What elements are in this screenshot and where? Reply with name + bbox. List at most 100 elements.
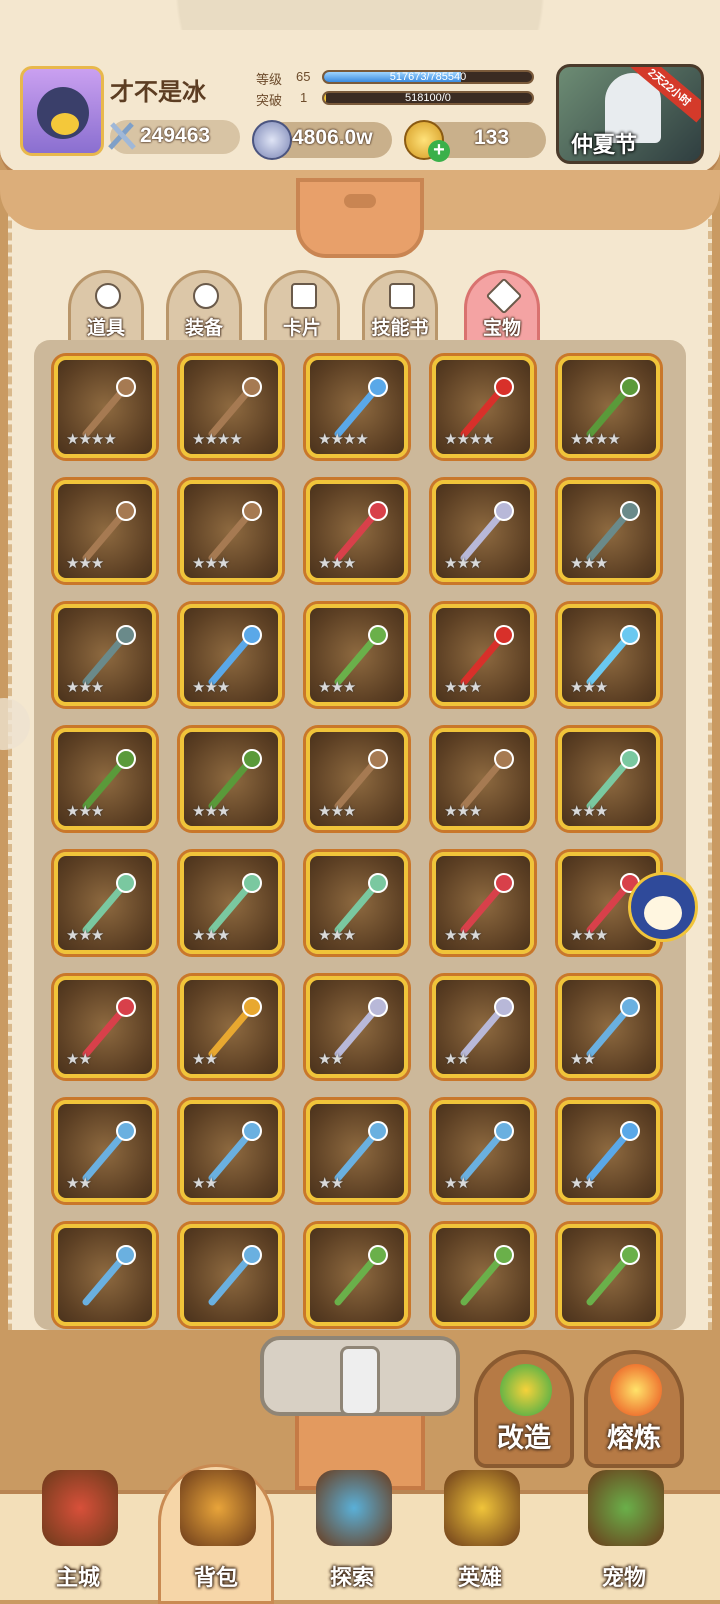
treasure-slot[interactable] (306, 1224, 408, 1326)
pet-icon (588, 1470, 664, 1546)
player-avatar[interactable]: 65 (20, 66, 104, 156)
treasure-slot[interactable]: ★★★★ (558, 356, 660, 458)
nav-main-city[interactable]: 主城 (16, 1456, 140, 1600)
crossed-swords-icon (108, 122, 136, 150)
smelt-button[interactable]: 熔炼 (584, 1350, 684, 1468)
treasure-slot[interactable]: ★★★ (306, 604, 408, 706)
nav-label: 宠物 (601, 1565, 646, 1590)
treasure-slot[interactable]: ★★ (180, 1100, 282, 1202)
treasure-slot[interactable] (432, 1224, 534, 1326)
star-rating: ★★★ (570, 803, 608, 820)
clover-icon (95, 283, 121, 309)
nav-pets[interactable]: 宠物 (562, 1456, 686, 1600)
star-rating: ★★★ (444, 555, 482, 572)
tab-cards[interactable]: 卡片 (264, 270, 340, 340)
star-rating: ★★★★ (318, 431, 369, 448)
treasure-slot[interactable]: ★★ (558, 1100, 660, 1202)
star-rating: ★★★ (66, 803, 104, 820)
gold-amount: 133 (474, 126, 510, 149)
reforge-button[interactable]: 改造 (474, 1350, 574, 1468)
reforge-label: 改造 (497, 1423, 551, 1453)
treasure-slot[interactable]: ★★★ (558, 604, 660, 706)
treasure-slot[interactable]: ★★ (558, 976, 660, 1078)
star-rating: ★★★ (192, 679, 230, 696)
flame-icon (610, 1364, 662, 1416)
treasure-slot[interactable]: ★★ (306, 976, 408, 1078)
tab-equipment[interactable]: 装备 (166, 270, 242, 340)
star-rating: ★★★ (318, 679, 356, 696)
map-icon (316, 1470, 392, 1546)
treasure-slot[interactable]: ★★★★ (180, 356, 282, 458)
event-name: 仲夏节 (571, 132, 638, 157)
book-icon (389, 283, 415, 309)
nav-heroes[interactable]: 英雄 (418, 1456, 542, 1600)
treasure-slot[interactable]: ★★★ (54, 604, 156, 706)
smelt-label: 熔炼 (607, 1423, 661, 1453)
treasure-slot[interactable] (54, 1224, 156, 1326)
trident-icon (208, 1245, 262, 1306)
silver-coin-icon (252, 120, 292, 160)
clasp-hole (344, 194, 376, 208)
leaf-staff-icon (460, 1245, 514, 1306)
break-exp-text: 518100/0 (405, 92, 451, 104)
star-rating: ★★ (192, 1175, 218, 1192)
star-rating: ★★★ (570, 555, 608, 572)
treasure-slot[interactable]: ★★★ (180, 604, 282, 706)
treasure-slot[interactable]: ★★★ (306, 480, 408, 582)
add-gold-button[interactable]: + (428, 140, 450, 162)
card-icon (291, 283, 317, 309)
treasure-slot[interactable]: ★★★ (432, 852, 534, 954)
star-rating: ★★ (444, 1051, 470, 1068)
treasure-slot[interactable]: ★★★★ (432, 356, 534, 458)
header-decoration (60, 0, 660, 30)
nav-backpack[interactable]: 背包 (154, 1456, 278, 1604)
treasure-slot[interactable]: ★★★ (54, 852, 156, 954)
treasure-slot[interactable]: ★★★ (180, 852, 282, 954)
treasure-slot[interactable] (558, 1224, 660, 1326)
treasure-slot[interactable]: ★★ (306, 1100, 408, 1202)
silver-amount: 4806.0w (292, 126, 373, 149)
tab-skill-books[interactable]: 技能书 (362, 270, 438, 340)
reforge-eye-icon (500, 1364, 552, 1416)
treasure-slot[interactable]: ★★ (54, 976, 156, 1078)
treasure-slot[interactable] (180, 1224, 282, 1326)
treasure-slot[interactable]: ★★ (54, 1100, 156, 1202)
buckle-bar (340, 1346, 380, 1416)
star-rating: ★★★★ (192, 431, 243, 448)
treasure-slot[interactable]: ★★★ (432, 480, 534, 582)
star-rating: ★★★ (570, 679, 608, 696)
armor-icon (193, 283, 219, 309)
treasure-slot[interactable]: ★★ (432, 976, 534, 1078)
treasure-slot[interactable]: ★★★ (558, 728, 660, 830)
treasure-slot[interactable]: ★★★★ (306, 356, 408, 458)
treasure-slot[interactable]: ★★ (180, 976, 282, 1078)
nav-label: 背包 (193, 1565, 238, 1590)
star-rating: ★★★ (444, 679, 482, 696)
event-banner-button[interactable]: 仲夏节 2天22小时 (556, 64, 704, 164)
treasure-slot[interactable]: ★★★ (306, 852, 408, 954)
break-value: 1 (300, 90, 308, 105)
tab-items[interactable]: 道具 (68, 270, 144, 340)
treasure-grid: ★★★★ ★★★★ ★★★★ ★★★★ ★★★★ ★★★ ★★★ ★★★ ★★★ ★★★ ★★★ ★★… (34, 340, 686, 1330)
star-rating: ★★ (570, 1175, 596, 1192)
treasure-slot[interactable]: ★★★ (306, 728, 408, 830)
treasure-slot[interactable]: ★★★ (180, 728, 282, 830)
tab-cards-label: 卡片 (282, 318, 321, 339)
tab-treasures[interactable]: 宝物 (464, 270, 540, 340)
treasure-slot[interactable]: ★★★ (432, 604, 534, 706)
treasure-slot[interactable]: ★★★ (54, 728, 156, 830)
avatar-beak-icon (51, 113, 79, 135)
star-rating: ★★ (192, 1051, 218, 1068)
treasure-slot[interactable]: ★★★ (558, 480, 660, 582)
nav-explore[interactable]: 探索 (290, 1456, 414, 1600)
treasure-slot[interactable]: ★★ (432, 1100, 534, 1202)
triangle-gem-icon (485, 277, 523, 315)
treasure-slot[interactable]: ★★★ (180, 480, 282, 582)
star-rating: ★★★ (66, 679, 104, 696)
star-rating: ★★★ (570, 927, 608, 944)
treasure-slot[interactable]: ★★★ (432, 728, 534, 830)
leaf-staff-icon (586, 1245, 640, 1306)
treasure-slot[interactable]: ★★★★ (54, 356, 156, 458)
star-rating: ★★★ (444, 927, 482, 944)
treasure-slot[interactable]: ★★★ (54, 480, 156, 582)
